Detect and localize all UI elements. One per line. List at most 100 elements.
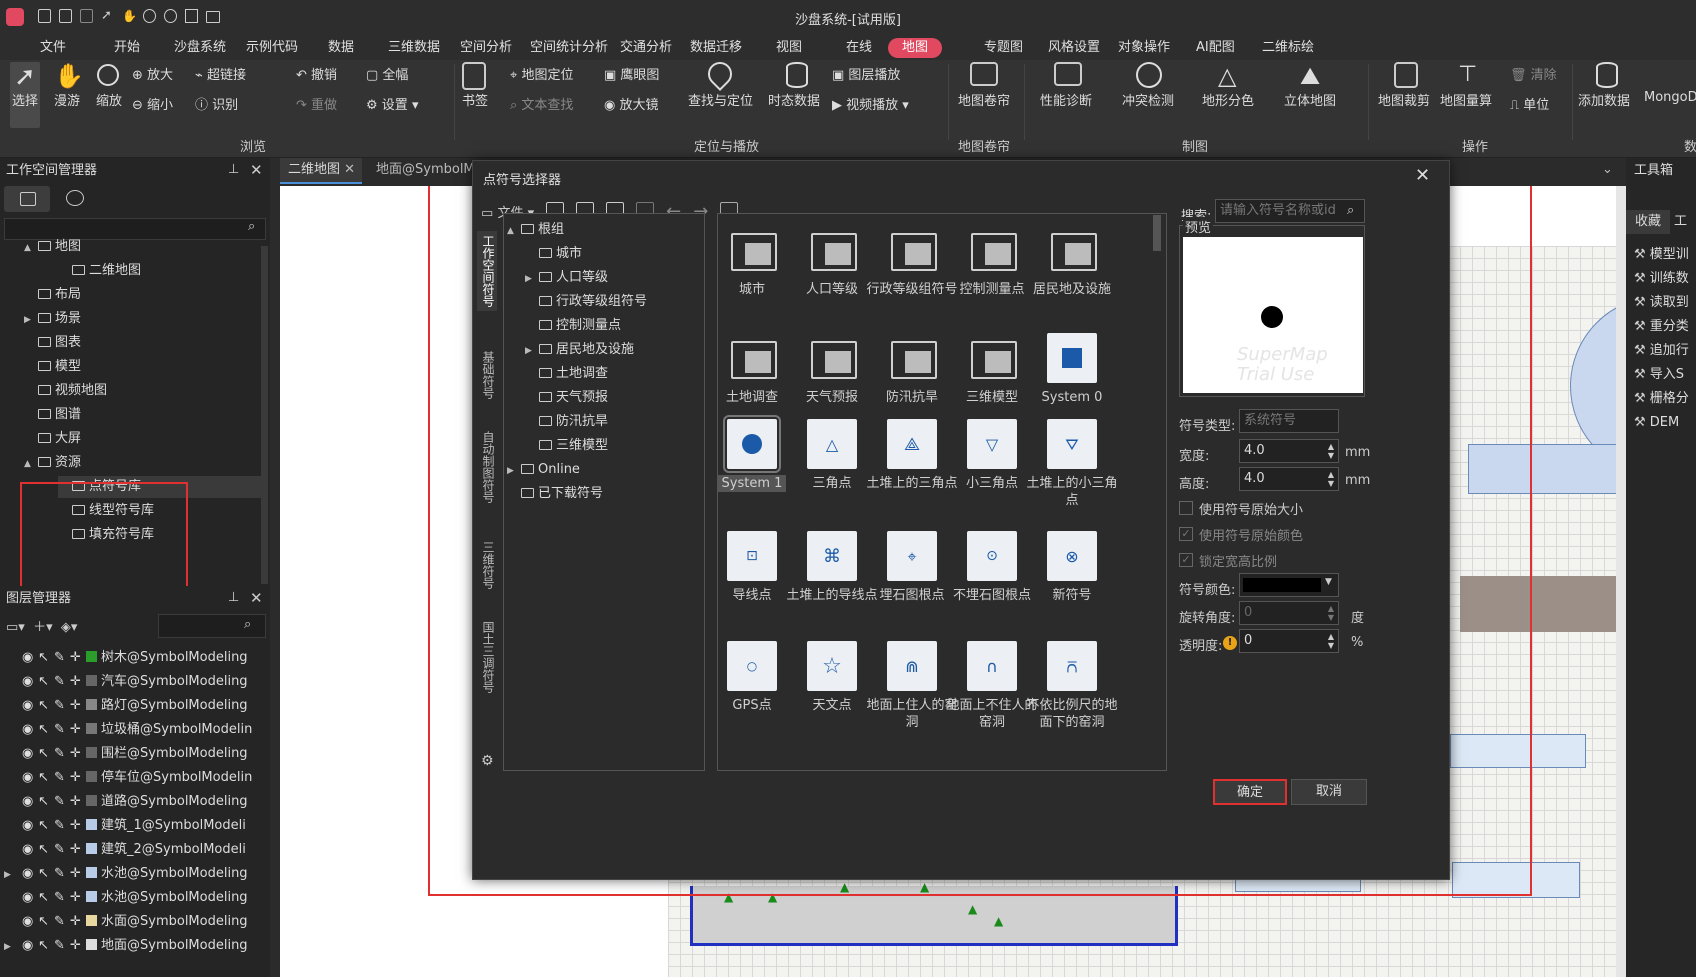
orig-size-checkbox[interactable] (1179, 501, 1193, 515)
editable-icon[interactable]: ✎ (54, 646, 70, 670)
toolbox-item[interactable]: ⚒ 栅格分 (1634, 388, 1696, 410)
selectable-icon[interactable]: ↖ (38, 646, 54, 670)
layer-row[interactable]: ◉ ↖ ✎ ✛ 水面@SymbolModeling (0, 910, 256, 934)
menu-item[interactable]: AI配图 (1196, 38, 1235, 58)
visibility-eye-icon[interactable]: ◉ (22, 790, 38, 814)
toolbox-tab-tools[interactable]: 工 (1674, 210, 1696, 234)
snap-icon[interactable]: ✛ (70, 766, 86, 790)
editable-icon[interactable]: ✎ (54, 934, 70, 958)
toolbox-tab-fav[interactable]: 收藏 (1626, 210, 1670, 234)
pan-tool-icon[interactable]: ✋ (54, 62, 84, 90)
conflict-detect-label[interactable]: 冲突检测 (1122, 90, 1174, 109)
visibility-eye-icon[interactable]: ◉ (22, 838, 38, 862)
workspace-tree-item[interactable]: ▲ 地图 (24, 236, 81, 258)
spin-icon[interactable]: ▲ ▼ (1326, 442, 1336, 460)
selectable-icon[interactable]: ↖ (38, 670, 54, 694)
full-extent-button[interactable]: ▢ 全幅 (366, 64, 408, 83)
zoom-tool-label[interactable]: 缩放 (96, 90, 122, 109)
selectable-icon[interactable]: ↖ (38, 886, 54, 910)
menu-item[interactable]: 文件 (40, 38, 66, 58)
toolbox-item[interactable]: ⚒ 模型训 (1634, 244, 1696, 266)
editable-icon[interactable]: ✎ (54, 694, 70, 718)
cancel-button[interactable]: 取消 (1291, 779, 1367, 805)
menu-item[interactable]: 三维数据 (388, 38, 440, 58)
menu-item[interactable]: 空间统计分析 (530, 38, 608, 58)
symbol-item[interactable]: 控制测量点 (946, 225, 1038, 298)
text-find-button[interactable]: ⌕ 文本查找 (510, 94, 573, 113)
menu-item[interactable]: 数据迁移 (690, 38, 742, 58)
menu-item[interactable]: 视图 (776, 38, 802, 58)
symbol-item[interactable]: System 0 (1026, 333, 1118, 406)
symbol-group-item[interactable]: ▶ 居民地及设施 (525, 339, 634, 361)
menu-item[interactable]: 数据 (328, 38, 354, 58)
map-scrollbar[interactable] (1616, 186, 1626, 977)
tab-map2d[interactable]: 二维地图 ✕ (280, 158, 362, 184)
editable-icon[interactable]: ✎ (54, 838, 70, 862)
symbol-group-item[interactable]: 城市 (525, 243, 582, 265)
toolbox-item[interactable]: ⚒ 训练数 (1634, 268, 1696, 290)
symbol-source-tab[interactable]: 国土三调符号 (477, 621, 497, 693)
snap-icon[interactable]: ✛ (70, 862, 86, 886)
symbol-item[interactable]: ⊗ 新符号 (1026, 531, 1118, 604)
layer-row[interactable]: ◉ ↖ ✎ ✛ 垃圾桶@SymbolModelin (0, 718, 256, 742)
menu-item[interactable]: 风格设置 (1048, 38, 1100, 58)
symbol-item[interactable]: 三维模型 (946, 333, 1038, 406)
pan-tool-label[interactable]: 漫游 (54, 90, 80, 109)
toolbox-item[interactable]: ⚒ 重分类 (1634, 316, 1696, 338)
add-layer-icon[interactable]: ＋▾ (33, 620, 53, 635)
workspace-tree-item[interactable]: 模型 (24, 356, 81, 378)
workspace-tree-item[interactable]: ▲ 资源 (24, 452, 81, 474)
symbol-group-item[interactable]: 土地调查 (525, 363, 608, 385)
symbol-item[interactable]: System 1 (706, 415, 798, 492)
symbol-item[interactable]: 行政等级组符号 (866, 225, 958, 298)
close-icon[interactable]: ✕ (250, 161, 263, 179)
symbol-item[interactable]: ⌘ 土堆上的导线点 (786, 531, 878, 604)
selectable-icon[interactable]: ↖ (38, 790, 54, 814)
symbol-item[interactable]: 人口等级 (786, 225, 878, 298)
visibility-eye-icon[interactable]: ◉ (22, 766, 38, 790)
terrain-color-label[interactable]: 地形分色 (1202, 90, 1254, 109)
video-play-button[interactable]: ▶ 视频播放 ▾ (832, 94, 909, 113)
menu-item[interactable]: 示例代码 (246, 38, 298, 58)
snap-icon[interactable]: ✛ (70, 694, 86, 718)
scene-tab-icon[interactable] (66, 190, 84, 206)
layer-style-icon[interactable]: ◈▾ (61, 620, 78, 635)
menu-item[interactable]: 交通分析 (620, 38, 672, 58)
expand-arrow-icon[interactable]: ▶ (507, 460, 521, 482)
visibility-eye-icon[interactable]: ◉ (22, 862, 38, 886)
hyperlink-button[interactable]: ⌁ 超链接 (195, 64, 246, 83)
symbol-item[interactable]: ⌖ 埋石图根点 (866, 531, 958, 604)
zoom-out-button[interactable]: ⊖ 缩小 (132, 94, 173, 113)
symbol-item[interactable]: ⊡ 导线点 (706, 531, 798, 604)
symbol-item[interactable]: ∩ 地面上不住人的窑洞 (946, 641, 1038, 731)
editable-icon[interactable]: ✎ (54, 718, 70, 742)
transparency-input[interactable]: 0 ▲ ▼ (1239, 629, 1339, 653)
layer-row[interactable]: ◉ ↖ ✎ ✛ 路灯@SymbolModeling (0, 694, 256, 718)
symbol-source-tab[interactable]: 基础符号 (477, 351, 497, 399)
height-input[interactable]: 4.0 ▲ ▼ (1239, 467, 1339, 491)
map-clip-icon[interactable] (1394, 62, 1418, 88)
visibility-eye-icon[interactable]: ◉ (22, 886, 38, 910)
symbol-group-item[interactable]: 控制测量点 (525, 315, 621, 337)
spin-icon[interactable]: ▲ ▼ (1326, 632, 1336, 650)
tabs-dropdown-icon[interactable]: ⌄ (1602, 162, 1613, 177)
layer-row[interactable]: ▶ ◉ ↖ ✎ ✛ 水池@SymbolModeling (0, 862, 256, 886)
symbol-search-input[interactable]: 请输入符号名称或id (1215, 199, 1365, 223)
snap-icon[interactable]: ✛ (70, 718, 86, 742)
toolbox-item[interactable]: ⚒ DEM (1634, 412, 1696, 434)
orig-color-checkbox[interactable]: ✓ (1179, 527, 1193, 541)
visibility-eye-icon[interactable]: ◉ (22, 694, 38, 718)
snap-icon[interactable]: ✛ (70, 910, 86, 934)
workspace-tree-item[interactable]: 布局 (24, 284, 81, 306)
map-measure-icon[interactable]: ⊤ (1458, 62, 1477, 87)
visibility-eye-icon[interactable]: ◉ (22, 646, 38, 670)
grid-scrollbar[interactable] (1153, 215, 1161, 251)
snap-icon[interactable]: ✛ (70, 646, 86, 670)
selectable-icon[interactable]: ↖ (38, 838, 54, 862)
snap-icon[interactable]: ✛ (70, 934, 86, 958)
map-clip-label[interactable]: 地图裁剪 (1378, 90, 1430, 109)
visibility-eye-icon[interactable]: ◉ (22, 814, 38, 838)
workspace-tree-item[interactable]: 图谱 (24, 404, 81, 426)
conflict-detect-icon[interactable] (1136, 62, 1162, 88)
snap-icon[interactable]: ✛ (70, 838, 86, 862)
